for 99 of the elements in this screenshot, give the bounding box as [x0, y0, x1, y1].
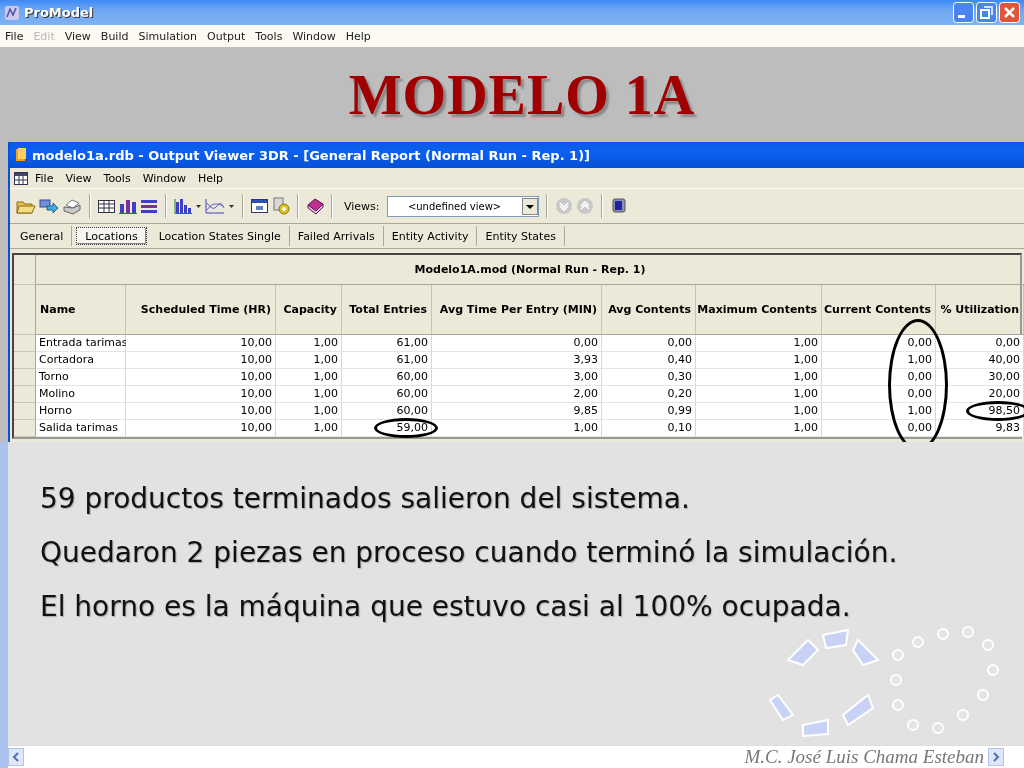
table-cell: 61,00 [342, 352, 432, 369]
table-cell: 0,00 [822, 386, 936, 403]
table-cell: 0,30 [602, 369, 696, 386]
table-cell: 40,00 [936, 352, 1024, 369]
slide-title: MODELO 1A [347, 62, 696, 127]
menu-item[interactable]: Window [287, 29, 341, 43]
table-cell: 0,00 [822, 420, 936, 437]
tab[interactable]: General [12, 226, 73, 246]
window-title: ProModel [24, 5, 94, 20]
table-cell: 60,00 [342, 403, 432, 420]
table-cell: 0,00 [602, 335, 696, 352]
table-cell: 0,00 [822, 369, 936, 386]
window-icon[interactable] [251, 198, 269, 214]
restore-button[interactable] [976, 2, 997, 23]
table-cell: 9,85 [432, 403, 602, 420]
arrows-icon[interactable] [39, 197, 59, 215]
table-cell: Salida tarimas [36, 420, 126, 437]
table-cell: Molino [36, 386, 126, 403]
table-cell: Horno [36, 403, 126, 420]
close-button[interactable] [999, 2, 1020, 23]
table-cell: 1,00 [276, 386, 342, 403]
table-cell: 10,00 [126, 335, 276, 352]
tab[interactable]: Entity Activity [383, 226, 478, 246]
printer-icon[interactable] [62, 197, 82, 215]
scroll-left-button[interactable] [8, 748, 24, 766]
menu-item[interactable]: Tools [250, 29, 288, 43]
table-cell: Cortadora [36, 352, 126, 369]
table-cell: 1,00 [822, 352, 936, 369]
table-cell: 1,00 [696, 420, 822, 437]
menu-item[interactable]: Output [202, 29, 251, 43]
menu-item[interactable]: View [60, 171, 97, 185]
table-cell: 10,00 [126, 403, 276, 420]
menu-item[interactable]: File [30, 171, 59, 185]
slide-bullet: Quedaron 2 piezas en proceso cuando terminó la simulación. [40, 536, 899, 570]
scroll-right-button[interactable] [988, 748, 1004, 766]
monitor-icon[interactable] [609, 197, 628, 215]
tab[interactable]: Failed Arrivals [289, 226, 384, 246]
table-cell: 1,00 [696, 386, 822, 403]
menu-item[interactable]: File [0, 29, 29, 43]
tab[interactable]: Locations [76, 227, 147, 245]
table-cell: 1,00 [276, 403, 342, 420]
table-cell: 3,00 [432, 369, 602, 386]
table-cell: 1,00 [696, 369, 822, 386]
table-cell: 2,00 [432, 386, 602, 403]
table-cell: 20,00 [936, 386, 1024, 403]
table-cell: 1,00 [822, 403, 936, 420]
table-cell: 10,00 [126, 420, 276, 437]
tab[interactable]: Location States Single [150, 226, 290, 246]
document-icon[interactable] [14, 147, 28, 163]
table-cell: 61,00 [342, 335, 432, 352]
table-cell: 10,00 [126, 386, 276, 403]
menu-item[interactable]: Help [193, 171, 229, 185]
views-dropdown[interactable]: <undefined view> [386, 195, 539, 217]
table-cell: 9,83 [936, 420, 1024, 437]
menu-item[interactable]: Tools [98, 171, 136, 185]
slide-bullet: El horno es la máquina que estuvo casi al 100% ocupada. [40, 590, 852, 624]
table-cell: 1,00 [696, 335, 822, 352]
table-cell: Entrada tarimas [36, 335, 126, 352]
table-cell: 0,10 [602, 420, 696, 437]
table-cell: 0,99 [602, 403, 696, 420]
menu-item[interactable]: Window [137, 171, 191, 185]
table-cell: 0,20 [602, 386, 696, 403]
rows-icon[interactable] [140, 198, 158, 214]
table-cell: 10,00 [126, 352, 276, 369]
table-cell: 0,00 [432, 335, 602, 352]
table-cell: 30,00 [936, 369, 1024, 386]
tab[interactable]: Entity States [477, 226, 565, 246]
table-cell: 60,00 [342, 369, 432, 386]
minimize-button[interactable] [953, 2, 974, 23]
table-cell: 1,00 [276, 352, 342, 369]
app-logo-icon[interactable] [4, 4, 20, 21]
grid-icon[interactable] [98, 198, 116, 214]
menu-item[interactable]: Simulation [133, 29, 203, 43]
table-cell: 1,00 [432, 420, 602, 437]
menu-item[interactable]: View [59, 29, 96, 43]
window-title: modelo1a.rdb - Output Viewer 3DR - [General Report (Normal Run - Rep. 1)] [32, 147, 591, 163]
report-heading: Modelo1A.mod (Normal Run - Rep. 1) [36, 255, 1024, 285]
author-credit: M.C. José Luis Chama Esteban [744, 746, 984, 768]
table-cell: 0,00 [822, 335, 936, 352]
table-cell: 1,00 [696, 352, 822, 369]
table-cell: 1,00 [276, 420, 342, 437]
table-cell: 1,00 [276, 335, 342, 352]
table-cell: 60,00 [342, 386, 432, 403]
table-cell: 0,00 [936, 335, 1024, 352]
menu-item[interactable]: Build [95, 29, 134, 43]
book-icon[interactable] [306, 197, 324, 215]
table-icon[interactable] [14, 171, 28, 185]
column-chart-icon[interactable] [174, 198, 192, 214]
views-label: Views: [344, 199, 380, 213]
table-cell: 3,93 [432, 352, 602, 369]
line-chart-icon[interactable] [205, 198, 225, 214]
table-cell: 1,00 [696, 403, 822, 420]
bar-chart-icon[interactable] [119, 198, 137, 214]
table-cell: 10,00 [126, 369, 276, 386]
menu-item[interactable]: Help [340, 29, 376, 43]
table-cell: 0,40 [602, 352, 696, 369]
table-cell: 1,00 [276, 369, 342, 386]
slide-bullet: 59 productos terminados salieron del sistema. [40, 482, 691, 516]
table-cell: Torno [36, 369, 126, 386]
